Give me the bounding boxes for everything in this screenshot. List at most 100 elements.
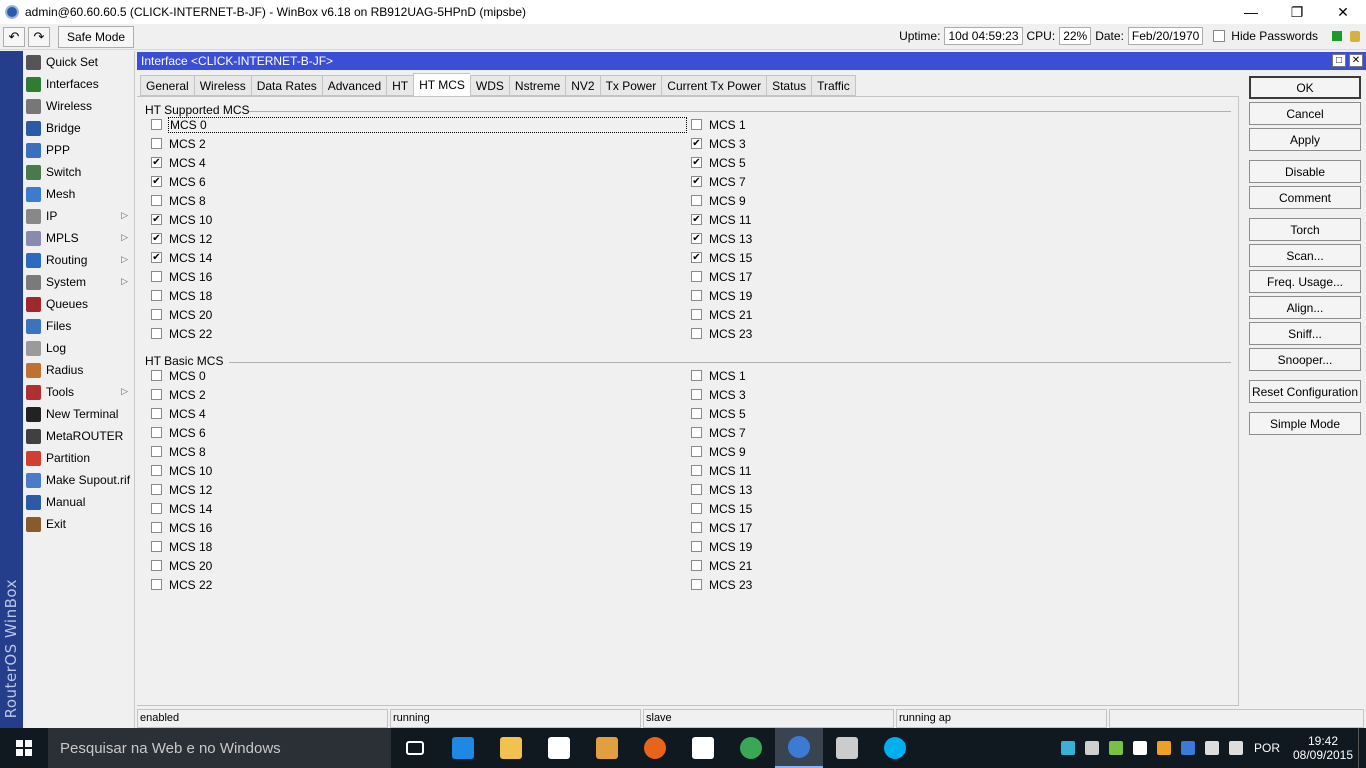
checkbox-box[interactable] [691,484,702,495]
firefox-taskbar-button[interactable] [631,728,679,768]
sidebar-item-mesh[interactable]: Mesh [23,183,134,205]
ht-basic-checkbox-mcs-15[interactable]: MCS 15 [691,499,752,518]
checkbox-box[interactable] [691,119,702,130]
checkbox-box[interactable] [691,290,702,301]
minimize-button[interactable]: — [1228,0,1274,24]
tab-status[interactable]: Status [766,75,812,96]
ht-basic-checkbox-mcs-6[interactable]: MCS 6 [151,423,206,442]
ht-supported-checkbox-mcs-13[interactable]: ✔ MCS 13 [691,229,752,248]
sidebar-item-exit[interactable]: Exit [23,513,134,535]
comment-button[interactable]: Comment [1249,186,1361,209]
checkbox-box[interactable] [151,579,162,590]
sidebar-item-bridge[interactable]: Bridge [23,117,134,139]
maximize-icon[interactable]: □ [1332,54,1346,67]
simple-mode-button[interactable]: Simple Mode [1249,412,1361,435]
checkbox-box[interactable] [151,446,162,457]
edge-taskbar-button[interactable] [439,728,487,768]
cancel-button[interactable]: Cancel [1249,102,1361,125]
freq-usage-button[interactable]: Freq. Usage... [1249,270,1361,293]
checkbox-box[interactable] [691,408,702,419]
tab-traffic[interactable]: Traffic [811,75,856,96]
ht-basic-checkbox-mcs-10[interactable]: MCS 10 [151,461,212,480]
ht-basic-checkbox-mcs-1[interactable]: MCS 1 [691,366,746,385]
ht-basic-checkbox-mcs-7[interactable]: MCS 7 [691,423,746,442]
checkbox-box[interactable] [151,560,162,571]
sidebar-item-manual[interactable]: Manual [23,491,134,513]
skype-taskbar-button[interactable] [871,728,919,768]
tab-wireless[interactable]: Wireless [193,75,251,96]
calculator-taskbar-button[interactable] [679,728,727,768]
checkbox-box[interactable] [691,370,702,381]
checkbox-box[interactable] [151,370,162,381]
checkbox-box[interactable] [691,446,702,457]
store-taskbar-button[interactable] [535,728,583,768]
ht-supported-checkbox-mcs-0[interactable]: MCS 0 [151,115,687,134]
tab-wds[interactable]: WDS [469,75,509,96]
sidebar-item-new-terminal[interactable]: New Terminal [23,403,134,425]
ht-supported-checkbox-mcs-18[interactable]: MCS 18 [151,286,212,305]
checkbox-box[interactable]: ✔ [151,233,162,244]
ht-basic-checkbox-mcs-5[interactable]: MCS 5 [691,404,746,423]
checkbox-box[interactable] [151,195,162,206]
sidebar-item-ppp[interactable]: PPP [23,139,134,161]
apply-button[interactable]: Apply [1249,128,1361,151]
tab-nv2[interactable]: NV2 [565,75,600,96]
task-view-taskbar-button[interactable] [391,728,439,768]
checkbox-box[interactable] [151,427,162,438]
ht-supported-checkbox-mcs-14[interactable]: ✔ MCS 14 [151,248,212,267]
ht-basic-checkbox-mcs-2[interactable]: MCS 2 [151,385,206,404]
checkbox-box[interactable]: ✔ [691,233,702,244]
ht-supported-checkbox-mcs-23[interactable]: MCS 23 [691,324,752,343]
ht-basic-checkbox-mcs-22[interactable]: MCS 22 [151,575,212,594]
ht-basic-checkbox-mcs-12[interactable]: MCS 12 [151,480,212,499]
redo-button[interactable]: ↷ [28,26,50,47]
hide-passwords-checkbox[interactable] [1213,30,1226,42]
sidebar-item-ip[interactable]: IP ▷ [23,205,134,227]
ht-basic-checkbox-mcs-3[interactable]: MCS 3 [691,385,746,404]
ht-supported-checkbox-mcs-2[interactable]: MCS 2 [151,134,206,153]
checkbox-box[interactable] [691,389,702,400]
checkbox-box[interactable] [151,119,162,130]
disable-button[interactable]: Disable [1249,160,1361,183]
sidebar-item-log[interactable]: Log [23,337,134,359]
checkbox-box[interactable] [691,579,702,590]
ht-supported-checkbox-mcs-17[interactable]: MCS 17 [691,267,752,286]
ht-supported-checkbox-mcs-1[interactable]: MCS 1 [691,115,746,134]
checkbox-box[interactable] [151,503,162,514]
torch-button[interactable]: Torch [1249,218,1361,241]
ht-supported-checkbox-mcs-8[interactable]: MCS 8 [151,191,206,210]
tab-tx-power[interactable]: Tx Power [599,75,662,96]
ht-basic-checkbox-mcs-18[interactable]: MCS 18 [151,537,212,556]
language-indicator[interactable]: POR [1254,741,1280,755]
tab-general[interactable]: General [140,75,194,96]
show-desktop-button[interactable] [1358,728,1366,768]
checkbox-box[interactable]: ✔ [691,214,702,225]
checkbox-box[interactable]: ✔ [691,138,702,149]
checkbox-box[interactable] [691,503,702,514]
tray-wifi-icon[interactable] [1204,741,1219,755]
checkbox-box[interactable] [691,195,702,206]
ht-supported-checkbox-mcs-16[interactable]: MCS 16 [151,267,212,286]
tab-data-rates[interactable]: Data Rates [250,75,322,96]
tab-ht-mcs[interactable]: HT MCS [413,73,470,96]
sidebar-item-system[interactable]: System ▷ [23,271,134,293]
sidebar-item-metarouter[interactable]: MetaROUTER [23,425,134,447]
close-icon[interactable]: ✕ [1349,54,1363,67]
ht-basic-checkbox-mcs-11[interactable]: MCS 11 [691,461,751,480]
checkbox-box[interactable] [691,309,702,320]
safe-mode-button[interactable]: Safe Mode [58,25,135,48]
ht-supported-checkbox-mcs-10[interactable]: ✔ MCS 10 [151,210,212,229]
file-explorer-taskbar-button[interactable] [487,728,535,768]
ht-basic-checkbox-mcs-14[interactable]: MCS 14 [151,499,212,518]
tray-network-icon[interactable] [1132,741,1147,755]
sidebar-item-routing[interactable]: Routing ▷ [23,249,134,271]
ht-supported-checkbox-mcs-12[interactable]: ✔ MCS 12 [151,229,212,248]
sidebar-item-mpls[interactable]: MPLS ▷ [23,227,134,249]
checkbox-box[interactable] [151,541,162,552]
ht-supported-checkbox-mcs-22[interactable]: MCS 22 [151,324,212,343]
checkbox-box[interactable] [151,309,162,320]
checkbox-box[interactable] [151,522,162,533]
media-player-taskbar-button[interactable] [583,728,631,768]
ht-supported-checkbox-mcs-21[interactable]: MCS 21 [691,305,752,324]
checkbox-box[interactable] [691,427,702,438]
